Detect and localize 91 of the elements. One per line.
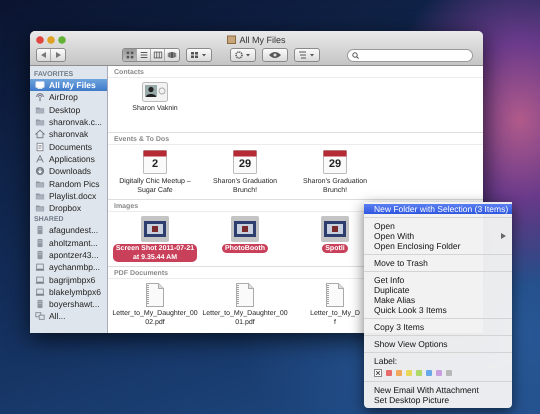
lines-dropdown-icon xyxy=(298,51,316,59)
label-color-swatch[interactable] xyxy=(406,370,412,376)
folder-icon xyxy=(35,178,45,189)
image-thumbnail[interactable] xyxy=(231,216,259,242)
label-color-swatch[interactable] xyxy=(386,370,392,376)
menu-item[interactable]: Open xyxy=(364,221,512,231)
no-label-icon[interactable] xyxy=(374,369,382,377)
menu-item[interactable]: Duplicate xyxy=(364,285,512,295)
list-view-icon xyxy=(138,50,148,60)
documents-icon xyxy=(35,142,45,152)
menu-item[interactable]: New Email With Attachment xyxy=(364,385,512,395)
airdrop-icon xyxy=(35,92,45,102)
search-icon xyxy=(352,52,359,58)
sidebar-item[interactable]: All... xyxy=(30,310,107,323)
sidebar-item[interactable]: Dropbox xyxy=(30,202,107,214)
menu-item[interactable]: Copy 3 Items xyxy=(364,322,512,332)
calendar-icon: 29 xyxy=(323,150,347,174)
network-icon xyxy=(35,311,45,322)
sidebar-item[interactable]: Random Pics xyxy=(30,177,107,190)
back-arrow-icon xyxy=(40,52,46,58)
laptop-icon xyxy=(35,262,45,272)
search-field[interactable] xyxy=(347,48,473,62)
action-button[interactable] xyxy=(230,48,256,62)
server-icon xyxy=(35,225,45,236)
folder-icon xyxy=(227,35,236,44)
gear-dropdown-icon xyxy=(234,51,252,59)
menu-item[interactable]: Show View Options xyxy=(364,339,512,349)
share-button[interactable] xyxy=(294,48,320,62)
contact-card-icon xyxy=(142,82,168,102)
sidebar-item[interactable]: AirDrop xyxy=(30,91,107,104)
laptop-icon xyxy=(35,286,45,297)
arrange-button[interactable] xyxy=(186,48,212,62)
downloads-icon xyxy=(35,166,45,176)
view-mode-control[interactable] xyxy=(122,48,180,62)
folder-icon xyxy=(35,203,45,214)
sidebar-item[interactable]: aychanmbp... xyxy=(30,261,107,274)
label-color-swatch[interactable] xyxy=(446,370,452,376)
sidebar-item[interactable]: Desktop xyxy=(30,104,107,116)
sidebar-item[interactable]: afagundest... xyxy=(30,224,107,237)
folder-icon xyxy=(35,104,45,115)
server-icon xyxy=(35,250,45,260)
image-thumbnail[interactable] xyxy=(141,216,169,242)
menu-item[interactable]: Make Alias xyxy=(364,295,512,305)
sidebar-item[interactable]: apontzer43... xyxy=(30,248,107,262)
pdf-document-icon xyxy=(326,283,344,307)
icons-view-icon xyxy=(124,50,134,60)
calendar-icon: 2 xyxy=(143,150,167,174)
label-color-swatch[interactable] xyxy=(426,370,432,376)
view-mode-button[interactable] xyxy=(123,49,137,61)
calendar-icon: 29 xyxy=(233,150,257,174)
forward-arrow-icon xyxy=(55,52,61,58)
view-mode-button[interactable] xyxy=(165,49,179,61)
menu-item[interactable]: Quick Look 3 Items xyxy=(364,305,512,315)
pdf-document-icon xyxy=(146,283,164,307)
menu-item[interactable]: Set Desktop Picture xyxy=(364,395,512,405)
grid-dropdown-icon xyxy=(190,51,208,59)
sidebar-item[interactable]: bagrijmbpx6 xyxy=(30,273,107,286)
submenu-arrow-icon xyxy=(501,233,506,239)
menu-item[interactable]: Open Enclosing Folder xyxy=(364,241,512,251)
sidebar-item[interactable]: sharonvak.c... xyxy=(30,116,107,128)
label-heading: Label: xyxy=(373,356,398,366)
menu-item[interactable]: Move to Trash xyxy=(364,258,512,268)
label-color-swatch[interactable] xyxy=(416,370,422,376)
applications-icon xyxy=(35,154,45,164)
sidebar-item[interactable]: Downloads xyxy=(30,165,107,178)
sidebar-item[interactable]: Applications xyxy=(30,152,107,166)
columns-view-icon xyxy=(152,50,162,60)
server-icon xyxy=(35,299,45,310)
folder-icon xyxy=(35,190,45,201)
image-thumbnail[interactable] xyxy=(321,216,349,242)
label-color-swatch[interactable] xyxy=(396,370,402,376)
view-mode-button[interactable] xyxy=(151,49,165,61)
sidebar-item[interactable]: Documents xyxy=(30,140,107,153)
sidebar-item[interactable]: aholtzmant... xyxy=(30,236,107,249)
quick-look-button[interactable] xyxy=(262,48,288,62)
label-color-swatch[interactable] xyxy=(436,370,442,376)
laptop-icon xyxy=(35,274,45,285)
server-icon xyxy=(35,238,45,248)
menu-item[interactable]: New Folder with Selection (3 Items) xyxy=(364,204,512,214)
window-title: All My Files xyxy=(239,34,286,44)
close-button[interactable] xyxy=(36,36,44,44)
sidebar-item[interactable]: Playlist.docx xyxy=(30,190,107,202)
sidebar-item[interactable]: blakelymbpx6 xyxy=(30,286,107,298)
coverflow-view-icon xyxy=(167,50,177,60)
folder-icon xyxy=(35,117,45,128)
home-icon xyxy=(35,129,45,140)
sidebar-item[interactable]: sharonvak xyxy=(30,128,107,140)
pdf-document-icon xyxy=(236,283,254,307)
back-forward-control[interactable] xyxy=(36,48,66,62)
menu-item[interactable]: Open With xyxy=(364,231,512,241)
sidebar-item[interactable]: boyershawt... xyxy=(30,298,107,310)
